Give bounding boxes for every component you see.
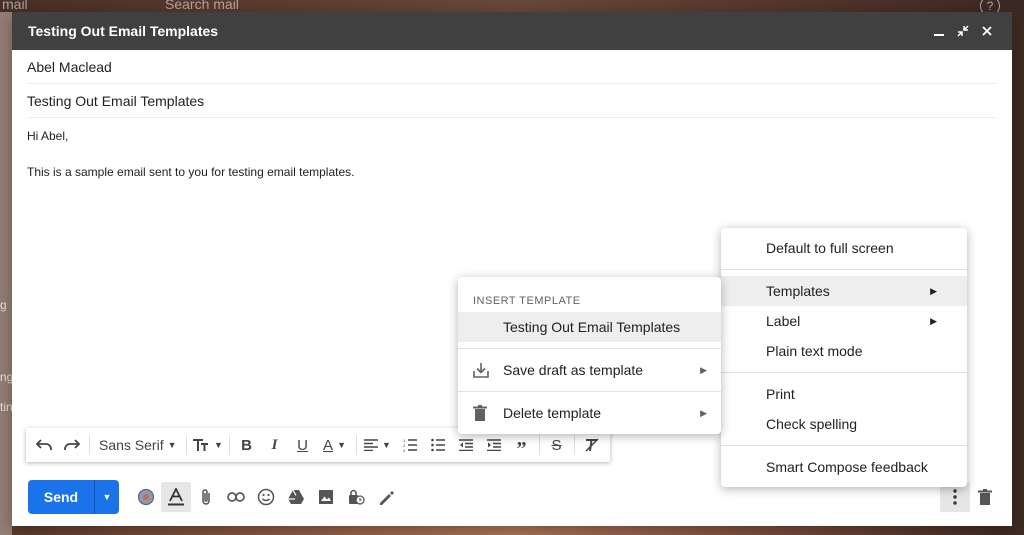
template-item[interactable]: Testing Out Email Templates — [458, 312, 721, 342]
menu-divider — [721, 445, 967, 446]
bulleted-list-icon[interactable] — [424, 431, 452, 459]
delete-template-label: Delete template — [503, 405, 602, 421]
chevron-right-icon: ▶ — [930, 285, 937, 296]
menu-item-label-option[interactable]: Label ▶ — [721, 306, 967, 336]
italic-icon[interactable]: I — [261, 431, 289, 459]
toolbar-divider — [89, 435, 90, 455]
menu-divider — [458, 391, 721, 392]
indent-more-icon[interactable] — [480, 431, 508, 459]
undo-icon[interactable] — [30, 431, 58, 459]
text-color-icon[interactable]: A ▼ — [317, 431, 353, 459]
insert-photo-icon[interactable] — [311, 482, 341, 512]
menu-item-label: Check spelling — [766, 416, 858, 432]
menu-item-label: Templates — [766, 283, 830, 299]
strikethrough-icon[interactable]: S — [543, 431, 571, 459]
menu-divider — [721, 372, 967, 373]
chevron-down-icon: ▼ — [102, 492, 112, 502]
confidential-mode-icon[interactable] — [131, 482, 161, 512]
menu-item-label: Default to full screen — [766, 240, 894, 256]
recipient-name: Abel Maclead — [27, 58, 112, 75]
toolbar-divider — [355, 435, 357, 455]
menu-item-print[interactable]: Print — [721, 379, 967, 409]
menu-item-smart-compose-feedback[interactable]: Smart Compose feedback — [721, 452, 967, 482]
underline-icon[interactable]: U — [289, 431, 317, 459]
close-icon[interactable] — [976, 20, 998, 42]
google-drive-icon[interactable] — [281, 482, 311, 512]
compose-title: Testing Out Email Templates — [28, 23, 219, 39]
align-icon[interactable]: ▼ — [360, 431, 396, 459]
save-download-icon — [473, 362, 489, 381]
send-button-group: Send ▼ — [28, 480, 119, 514]
minimize-icon[interactable] — [928, 20, 950, 42]
chevron-right-icon: ▶ — [700, 407, 707, 418]
chevron-right-icon: ▶ — [930, 315, 937, 326]
compose-titlebar[interactable]: Testing Out Email Templates — [12, 12, 1012, 50]
toolbar-divider — [185, 435, 187, 455]
template-item-label: Testing Out Email Templates — [503, 319, 681, 335]
redo-icon[interactable] — [58, 431, 86, 459]
indent-less-icon[interactable] — [452, 431, 480, 459]
exit-fullscreen-icon[interactable] — [952, 20, 974, 42]
body-text: This is a sample email sent to you for t… — [27, 165, 355, 179]
toolbar-divider — [538, 435, 540, 455]
menu-item-default-full-screen[interactable]: Default to full screen — [721, 233, 967, 263]
bold-icon[interactable]: B — [233, 431, 261, 459]
background-side-text: g — [0, 298, 7, 312]
menu-divider — [458, 348, 721, 349]
subject-text: Testing Out Email Templates — [27, 92, 205, 109]
menu-item-plain-text-mode[interactable]: Plain text mode — [721, 336, 967, 366]
font-size-icon[interactable]: ▼ — [190, 431, 226, 459]
save-draft-as-template[interactable]: Save draft as template ▶ — [458, 355, 721, 385]
toolbar-divider — [228, 435, 230, 455]
more-options-menu: Default to full screen Templates ▶ Label… — [721, 228, 967, 487]
background-search-placeholder: Search mail — [165, 0, 239, 12]
insert-template-header: INSERT TEMPLATE — [473, 295, 581, 307]
body-greeting: Hi Abel, — [27, 129, 69, 143]
formatting-options-icon[interactable] — [161, 482, 191, 512]
message-body[interactable]: Hi Abel, This is a sample email sent to … — [12, 129, 1012, 179]
font-family-select[interactable]: Sans Serif ▼ — [93, 431, 183, 459]
send-button[interactable]: Send — [28, 480, 94, 514]
chevron-right-icon: ▶ — [700, 364, 707, 375]
subject-field[interactable]: Testing Out Email Templates — [27, 84, 997, 118]
svg-text:3: 3 — [403, 448, 406, 452]
chevron-down-icon: ▼ — [167, 440, 177, 450]
discard-draft-icon[interactable] — [970, 482, 1000, 512]
background-header — [0, 0, 1024, 12]
quote-icon[interactable]: ” — [508, 431, 536, 459]
background-app-label: mail — [2, 0, 28, 12]
send-options-button[interactable]: ▼ — [94, 480, 119, 514]
save-draft-label: Save draft as template — [503, 362, 644, 378]
menu-item-check-spelling[interactable]: Check spelling — [721, 409, 967, 439]
menu-item-label: Plain text mode — [766, 343, 863, 359]
delete-template[interactable]: Delete template ▶ — [458, 398, 721, 428]
background-side-text: tin — [0, 400, 13, 414]
background-sidebar — [0, 12, 12, 535]
menu-item-templates[interactable]: Templates ▶ — [721, 276, 967, 306]
insert-link-icon[interactable] — [221, 482, 251, 512]
remove-formatting-icon[interactable] — [578, 431, 606, 459]
menu-item-label: Print — [766, 386, 795, 402]
numbered-list-icon[interactable]: 123 — [396, 431, 424, 459]
templates-submenu: INSERT TEMPLATE Testing Out Email Templa… — [458, 277, 721, 434]
menu-divider — [721, 269, 967, 270]
font-family-label: Sans Serif — [99, 437, 164, 453]
emoji-icon[interactable] — [251, 482, 281, 512]
lock-timer-icon[interactable] — [341, 482, 371, 512]
menu-item-label: Label — [766, 313, 801, 329]
toolbar-divider — [573, 435, 575, 455]
signature-icon[interactable] — [371, 482, 401, 512]
attach-file-icon[interactable] — [191, 482, 221, 512]
trash-icon — [473, 405, 487, 424]
recipients-field[interactable]: Abel Maclead — [27, 50, 997, 84]
menu-item-label: Smart Compose feedback — [766, 459, 928, 475]
